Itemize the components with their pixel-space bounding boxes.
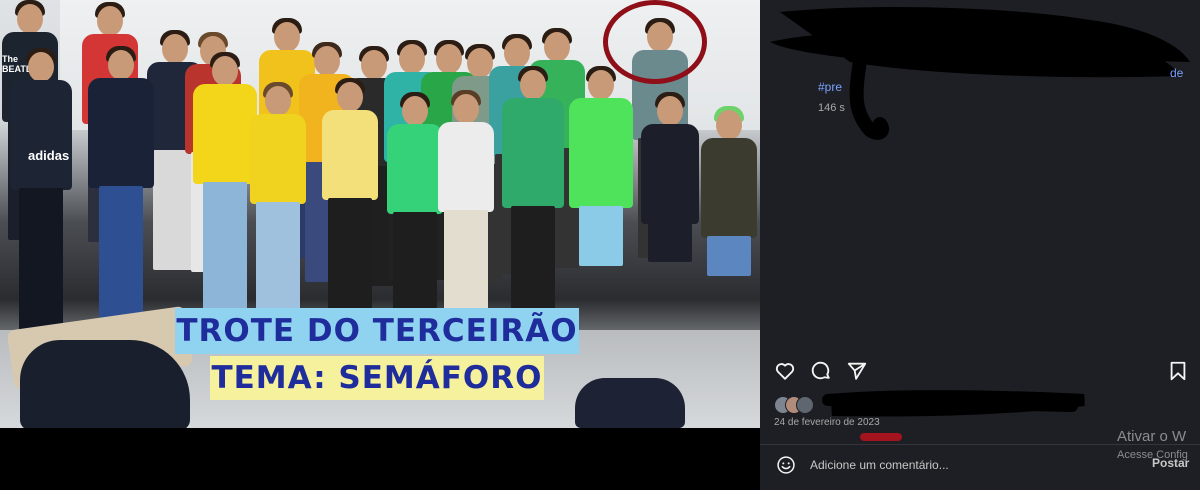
avatar [796,396,814,414]
person [640,92,700,336]
windows-activation-subtitle[interactable]: Acesse Config [1117,449,1200,461]
caption-title: TROTE DO TERCEIRÃO [175,308,579,354]
red-circle-annotation [603,0,707,84]
post-photo[interactable]: The BEATLES adidas TROTE DO TERCEIRÃO TE… [0,0,760,428]
person [500,66,566,326]
comment-input[interactable] [810,456,1110,474]
emoji-smile-icon[interactable] [776,455,796,475]
post-sidebar: #pre de 146 s 24 de fevereiro de 2023 Po… [760,0,1200,490]
bookmark-icon[interactable] [1167,360,1189,382]
backpack [575,378,685,428]
hashtag-link[interactable]: #pre [818,80,842,94]
person [250,82,306,322]
adidas-shirt-text: adidas [28,148,70,163]
person [700,106,758,350]
caption-link-fragment[interactable]: de [1170,66,1183,80]
person [568,66,634,340]
red-underline-annotation [860,433,902,441]
person [436,90,496,330]
person [318,78,382,318]
caption-theme: TEMA: SEMÁFORO [210,356,544,400]
person [387,92,443,332]
liker-avatars[interactable] [774,396,824,414]
windows-activation-title: Ativar o W [1117,428,1187,445]
post-date[interactable]: 24 de fevereiro de 2023 [774,417,880,428]
paper-plane-icon[interactable] [846,360,868,382]
redacted-likers-scribble [822,390,1085,417]
jacket-on-desk [20,340,190,428]
comment-bubble-icon[interactable] [810,360,832,382]
person [192,52,258,316]
redacted-username-scribble [770,6,1190,140]
person [86,46,156,336]
heart-icon[interactable] [774,360,796,382]
photo-letterbox [0,428,760,490]
person: adidas [8,48,74,338]
likes-count[interactable]: 146 s [818,102,845,114]
